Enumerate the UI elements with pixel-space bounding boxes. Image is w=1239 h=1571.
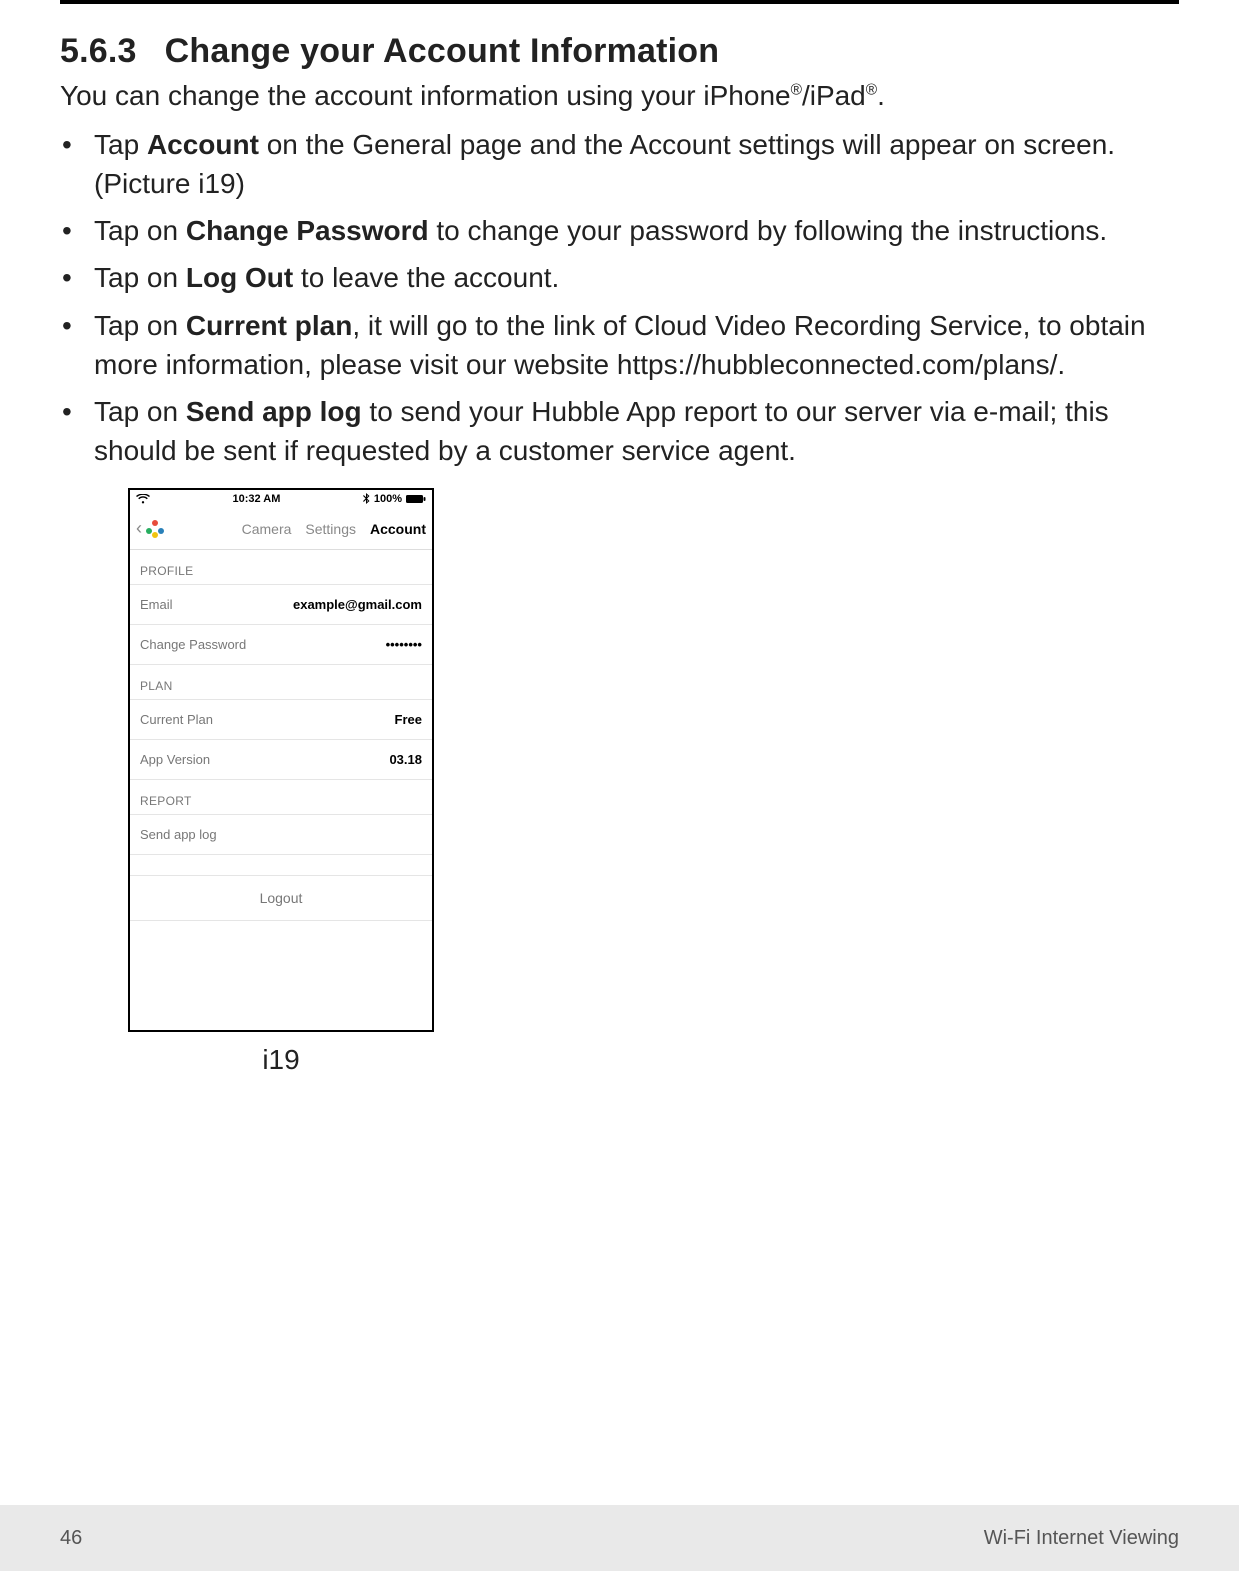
- intro-paragraph: You can change the account information u…: [60, 77, 1179, 115]
- section-heading: 5.6.3 Change your Account Information: [60, 32, 1179, 71]
- wifi-icon: [136, 494, 150, 504]
- group-header-plan: PLAN: [130, 665, 432, 699]
- page-number: 46: [60, 1527, 82, 1550]
- row-value: example@gmail.com: [293, 597, 422, 612]
- section-title-text: Change your Account Information: [165, 32, 720, 70]
- bluetooth-icon: [363, 493, 370, 505]
- row-label: App Version: [140, 752, 210, 767]
- row-value: ••••••••: [386, 637, 422, 652]
- status-time: 10:32 AM: [232, 493, 280, 505]
- app-logo-icon: [144, 518, 166, 540]
- tab-account[interactable]: Account: [370, 521, 426, 537]
- tab-bar: ‹ Camera Settings Account: [130, 508, 432, 550]
- figure: 10:32 AM 100% ‹: [128, 488, 434, 1076]
- group-header-profile: PROFILE: [130, 550, 432, 584]
- section-number: 5.6.3: [60, 32, 137, 71]
- row-change-password[interactable]: Change Password ••••••••: [130, 625, 432, 665]
- row-value: 03.18: [389, 752, 422, 767]
- list-item: Tap Account on the General page and the …: [60, 125, 1179, 203]
- list-item: Tap on Current plan, it will go to the l…: [60, 306, 1179, 384]
- status-battery-pct: 100%: [374, 493, 402, 505]
- row-label: Email: [140, 597, 173, 612]
- page-footer: 46 Wi-Fi Internet Viewing: [0, 1505, 1239, 1571]
- top-rule: [60, 0, 1179, 4]
- row-label: Send app log: [140, 827, 217, 842]
- row-value: Free: [395, 712, 422, 727]
- tab-settings[interactable]: Settings: [305, 521, 356, 537]
- figure-caption: i19: [128, 1044, 434, 1076]
- battery-icon: [406, 494, 426, 504]
- logout-button[interactable]: Logout: [130, 875, 432, 921]
- registered-mark: ®: [791, 82, 802, 99]
- row-send-app-log[interactable]: Send app log: [130, 814, 432, 855]
- registered-mark: ®: [866, 82, 877, 99]
- row-label: Current Plan: [140, 712, 213, 727]
- chevron-left-icon: ‹: [136, 518, 142, 539]
- back-button[interactable]: ‹: [136, 518, 166, 540]
- instruction-list: Tap Account on the General page and the …: [60, 125, 1179, 471]
- tab-camera[interactable]: Camera: [242, 521, 292, 537]
- footer-title: Wi-Fi Internet Viewing: [984, 1527, 1179, 1550]
- group-header-report: REPORT: [130, 780, 432, 814]
- phone-screenshot: 10:32 AM 100% ‹: [128, 488, 434, 1032]
- list-item: Tap on Log Out to leave the account.: [60, 258, 1179, 297]
- row-email[interactable]: Email example@gmail.com: [130, 584, 432, 625]
- list-item: Tap on Send app log to send your Hubble …: [60, 392, 1179, 470]
- status-bar: 10:32 AM 100%: [130, 490, 432, 508]
- row-app-version: App Version 03.18: [130, 740, 432, 780]
- list-item: Tap on Change Password to change your pa…: [60, 211, 1179, 250]
- row-label: Change Password: [140, 637, 246, 652]
- row-current-plan[interactable]: Current Plan Free: [130, 699, 432, 740]
